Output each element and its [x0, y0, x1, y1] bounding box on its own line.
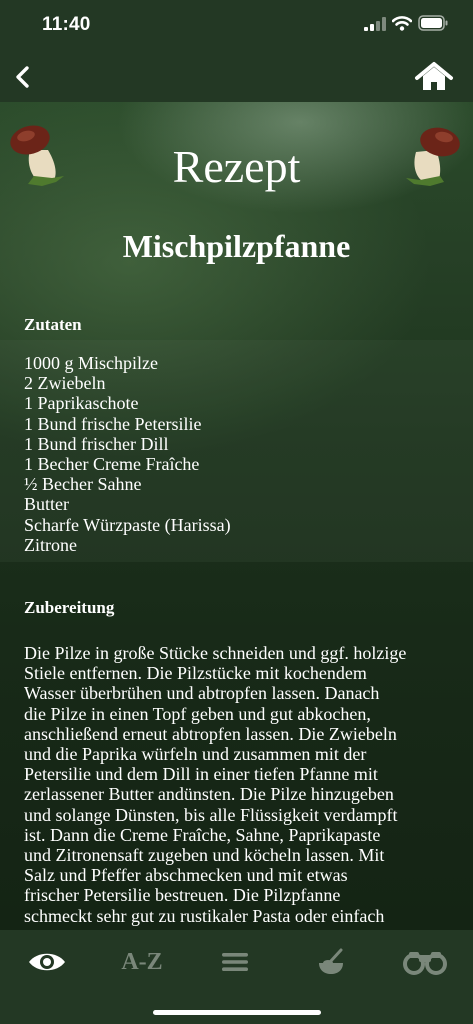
eye-icon	[29, 953, 65, 971]
whisk-bowl-icon	[319, 948, 343, 974]
cellular-signal-icon	[364, 17, 386, 31]
list-item: 1000 g Mischpilze	[24, 353, 158, 373]
wifi-icon	[392, 16, 412, 31]
preparation-heading: Zubereitung	[24, 598, 115, 617]
list-item: Zitrone	[24, 534, 77, 555]
back-chevron-icon	[16, 66, 29, 88]
page-title: Rezept	[172, 141, 301, 192]
list-item: ½ Becher Sahne	[24, 474, 142, 495]
text-line: zerlassener Butter andünsten. Die Pilze …	[24, 784, 394, 805]
home-button[interactable]	[414, 60, 454, 94]
list-item: 1 Paprikaschote	[24, 393, 139, 414]
list-item: Scharfe Würzpaste (Harissa)	[24, 514, 231, 535]
status-time: 11:40	[42, 14, 91, 35]
battery-icon	[418, 15, 448, 31]
hamburger-menu-icon	[222, 953, 248, 971]
text-line: frischer Petersilie bestreuen. Die Pilzp…	[24, 885, 341, 906]
navigation-bar	[0, 52, 473, 102]
back-button[interactable]	[8, 60, 42, 94]
tab-a-z[interactable]: A-Z	[112, 942, 172, 982]
text-line: und solange Dünsten, bis alle Flüssigkei…	[24, 804, 398, 825]
text-line: Die Pilze in große Stücke schneiden und …	[24, 643, 407, 663]
ingredients-heading: Zutaten	[24, 315, 82, 334]
home-icon	[415, 62, 453, 90]
ingredients-list: 1000 g Mischpilze 2 Zwiebeln 1 Paprikasc…	[24, 353, 231, 555]
tab-a-z-label: A-Z	[121, 948, 163, 975]
text-line: die Pilze in einen Topf geben und gut ab…	[24, 703, 371, 724]
text-line: Wasser überbrühen und abtropfen lassen. …	[24, 683, 380, 704]
list-item: 1 Bund frischer Dill	[24, 433, 169, 454]
home-indicator[interactable]	[153, 1010, 321, 1015]
preparation-text: Die Pilze in große Stücke schneiden und …	[24, 643, 454, 926]
list-item: 1 Bund frische Petersilie	[24, 413, 202, 434]
tab-bar: A-Z	[0, 930, 473, 1024]
text-line: Stiele entfernen. Die Pilzstücke mit koc…	[24, 663, 367, 684]
list-item: 1 Becher Creme Fraîche	[24, 454, 200, 475]
tab-view[interactable]	[17, 942, 77, 982]
text-line: und Zitronensaft zugeben und köcheln las…	[24, 845, 385, 866]
text-line: schmeckt sehr gut zu rustikaler Pasta od…	[24, 905, 385, 926]
text-line: Petersilie und dem Dill in einer tiefen …	[24, 764, 378, 785]
tab-cooking[interactable]	[301, 942, 361, 982]
text-line: und die Paprika würfeln und zusammen mit…	[24, 744, 367, 765]
text-line: ist. Dann die Creme Fraîche, Sahne, Papr…	[24, 824, 381, 845]
tab-mushroom-guide[interactable]	[395, 942, 455, 982]
list-item: 2 Zwiebeln	[24, 373, 106, 394]
status-bar: 11:40	[0, 0, 473, 52]
text-line: anschließend erneut abtropfen lassen. Di…	[24, 723, 397, 744]
tab-menu[interactable]	[205, 942, 265, 982]
recipe-content[interactable]: Rezept Mischpilzpfanne Zutaten 1000 g Mi…	[0, 102, 473, 930]
list-item: Butter	[24, 494, 69, 515]
text-line: Salz und Pfeffer abschmecken und mit etw…	[24, 865, 348, 886]
binoculars-icon	[403, 952, 447, 975]
recipe-title: Mischpilzpfanne	[122, 228, 351, 264]
